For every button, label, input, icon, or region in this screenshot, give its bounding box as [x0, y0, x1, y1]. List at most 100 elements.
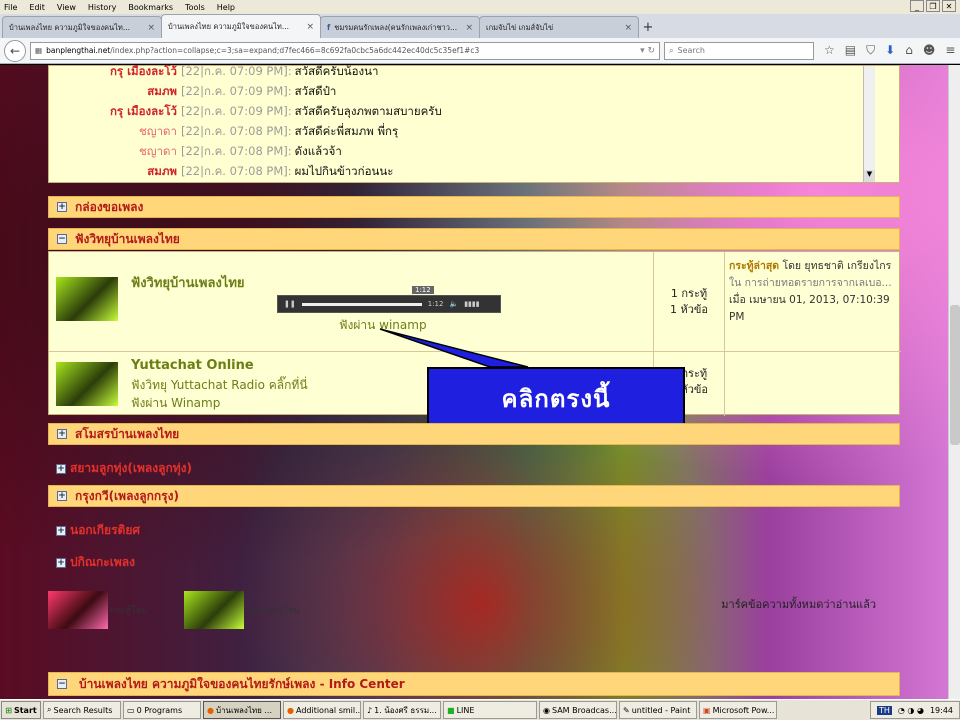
- clock: 19:44: [929, 705, 953, 715]
- last-post-topic-link[interactable]: ใน การถ่ายทอดรายการจากเลเบอ...: [729, 277, 892, 289]
- tab-4[interactable]: เกมจับไข่ เกมส์จับไข่ ×: [479, 16, 639, 38]
- taskbar-item[interactable]: ▣ Microsoft Pow...: [699, 701, 777, 719]
- taskbar-item[interactable]: ⌕ Search Results: [43, 701, 121, 719]
- expand-icon[interactable]: +: [57, 429, 67, 439]
- shield-icon[interactable]: ⛉: [866, 43, 875, 58]
- taskbar-item[interactable]: ◉ SAM Broadcas...: [539, 701, 617, 719]
- category-luktung[interactable]: + สยามลูกทุ่ง(เพลงลูกทุ่ง): [56, 459, 192, 478]
- expand-icon[interactable]: +: [57, 491, 67, 501]
- taskbar-item[interactable]: ● Additional smil...: [283, 701, 361, 719]
- restore-button[interactable]: ❐: [926, 0, 940, 12]
- taskbar-label: SAM Broadcas...: [551, 705, 617, 715]
- last-post-time: เมื่อ เมษายน 01, 2013, 07:10:39 PM: [729, 294, 890, 323]
- taskbar-item[interactable]: ▭ 0 Programs: [123, 701, 201, 719]
- expand-icon[interactable]: +: [56, 557, 66, 568]
- tab-1[interactable]: บ้านเพลงไทย ความภูมิใจของคนไท... ×: [2, 16, 162, 38]
- language-indicator[interactable]: TH: [877, 705, 892, 715]
- chat-author[interactable]: กรุ เมืองละโว้: [49, 65, 177, 81]
- expand-icon[interactable]: +: [56, 463, 66, 474]
- start-label: Start: [13, 705, 37, 715]
- close-tab-icon[interactable]: ×: [465, 23, 473, 33]
- taskbar-item[interactable]: ■ LINE: [443, 701, 537, 719]
- minimize-button[interactable]: _: [910, 0, 924, 12]
- menu-file[interactable]: File: [4, 3, 17, 12]
- taskbar-item[interactable]: ♪ 1. น้องศรี ธรรม...: [363, 701, 441, 719]
- expand-icon[interactable]: +: [56, 525, 66, 536]
- tab-3[interactable]: f ชมรมคนรักเพลง(คนรักเพลงเก่าชาว... ×: [320, 16, 480, 38]
- menu-history[interactable]: History: [88, 3, 116, 12]
- chat-author[interactable]: ชญาดา: [49, 143, 177, 161]
- menu-tools[interactable]: Tools: [185, 3, 205, 12]
- collapse-icon[interactable]: −: [57, 679, 67, 689]
- category-club[interactable]: + สโมสรบ้านเพลงไทย: [48, 423, 900, 445]
- expand-icon[interactable]: +: [57, 202, 67, 212]
- taskbar-label: Search Results: [53, 705, 113, 715]
- chat-message: สวัสดีครับน้องนา: [294, 65, 379, 78]
- back-arrow-icon[interactable]: ←: [4, 39, 26, 62]
- clipboard-icon[interactable]: ▤: [845, 43, 856, 58]
- legend-no-new: ไม่มีกระทู้ใหม่: [246, 606, 300, 616]
- mark-all-read-link[interactable]: มาร์คข้อความทั้งหมดว่าอ่านแล้ว: [721, 595, 876, 613]
- search-input[interactable]: ⌕ Search: [664, 41, 814, 60]
- board-new-icon: [56, 277, 118, 321]
- menu-help[interactable]: Help: [217, 3, 235, 12]
- chat-icon[interactable]: ☻: [923, 43, 936, 58]
- download-icon[interactable]: ⬇: [885, 43, 895, 58]
- progress-bar[interactable]: [301, 302, 422, 306]
- menu-view[interactable]: View: [57, 3, 76, 12]
- volume-icon[interactable]: 🔈: [449, 300, 458, 308]
- pause-icon[interactable]: ❚❚: [284, 300, 296, 308]
- close-button[interactable]: ✕: [942, 0, 956, 12]
- chat-author[interactable]: ชญาดา: [49, 123, 177, 141]
- chat-author[interactable]: สมภพ: [49, 163, 177, 181]
- page-scrollbar[interactable]: [948, 65, 960, 699]
- chat-line: ชญาดา [22|ก.ค. 07:08 PM]: สวัสดีค่ะพี่สมภพ…: [49, 122, 499, 142]
- chat-author[interactable]: สมภพ: [49, 83, 177, 101]
- category-misc[interactable]: + ปกิณกะเพลง: [56, 553, 135, 572]
- close-tab-icon[interactable]: ×: [624, 23, 632, 33]
- category-luk-krung[interactable]: + กรุงกวี(เพลงลูกกรุง): [48, 485, 900, 507]
- taskbar-item-active[interactable]: ● บ้านเพลงไทย ...: [203, 701, 281, 719]
- tab-2-active[interactable]: บ้านเพลงไทย ความภูมิใจของคนไท... ×: [161, 14, 321, 38]
- chat-timestamp: [22|ก.ค. 07:09 PM]:: [181, 104, 292, 118]
- chat-timestamp: [22|ก.ค. 07:08 PM]:: [181, 124, 292, 138]
- category-title: กรุงกวี(เพลงลูกกรุง): [75, 488, 179, 503]
- board-description-2[interactable]: ฟังผ่าน Winamp: [131, 394, 220, 413]
- audio-player[interactable]: ❚❚ 1:12 🔈 ▮▮▮▮ 1:12: [277, 286, 501, 313]
- category-off[interactable]: + นอกเกียรติยศ: [56, 521, 140, 540]
- start-button[interactable]: ⊞ Start: [1, 701, 41, 719]
- reload-icon[interactable]: ▾ ↻: [640, 46, 655, 56]
- board-name-link[interactable]: Yuttachat Online: [131, 358, 254, 373]
- close-tab-icon[interactable]: ×: [306, 22, 314, 32]
- info-center-bar[interactable]: − บ้านเพลงไทย ความภูมิใจของคนไทยรักษ์เพล…: [48, 672, 900, 696]
- chat-message: ดังแล้วจ้า: [294, 144, 342, 158]
- taskbar-item[interactable]: ✎ untitled - Paint: [619, 701, 697, 719]
- taskbar: ⊞ Start ⌕ Search Results ▭ 0 Programs ● บ้าน…: [0, 699, 960, 720]
- board-description-link[interactable]: ฟังวิทยุ Yuttachat Radio คลิ๊กที่นี่: [131, 376, 308, 395]
- board-name-link[interactable]: ฟังวิทยุบ้านเพลงไทย: [131, 272, 245, 293]
- volume-bars-icon[interactable]: ▮▮▮▮: [464, 300, 479, 308]
- paint-icon: ✎: [623, 705, 630, 715]
- shoutbox-scrollbar[interactable]: ▼: [863, 66, 875, 182]
- last-post-author[interactable]: โดย ยุทธชาติ เกรียงไกร: [782, 260, 891, 272]
- new-tab-button[interactable]: +: [638, 16, 658, 38]
- chat-author[interactable]: กรุ เมืองละโว้: [49, 103, 177, 121]
- scroll-down-icon[interactable]: ▼: [864, 170, 875, 182]
- collapse-icon[interactable]: −: [57, 234, 67, 244]
- menu-bookmarks[interactable]: Bookmarks: [128, 3, 173, 12]
- line-icon: ■: [447, 705, 455, 715]
- home-icon[interactable]: ⌂: [905, 43, 913, 58]
- star-icon[interactable]: ☆: [824, 43, 835, 58]
- category-title: ปกิณกะเพลง: [70, 555, 135, 569]
- category-radio[interactable]: − ฟังวิทยุบ้านเพลงไทย: [48, 228, 900, 250]
- tray-icons[interactable]: ◔ ◑ ◕: [898, 706, 924, 715]
- hamburger-menu-icon[interactable]: ≡: [945, 43, 955, 58]
- scrollbar-thumb[interactable]: [950, 305, 960, 445]
- firefox-icon: ●: [207, 705, 214, 715]
- category-songbox[interactable]: + กล่องขอเพลง: [48, 196, 900, 218]
- chat-line: กรุ เมืองละโว้ [22|ก.ค. 07:09 PM]: สวัสดีค…: [49, 65, 499, 82]
- taskbar-label: 0 Programs: [136, 705, 183, 715]
- menu-edit[interactable]: Edit: [29, 3, 45, 12]
- url-bar[interactable]: ▦ banplengthai.net/index.php?action=coll…: [30, 41, 660, 60]
- close-tab-icon[interactable]: ×: [147, 23, 155, 33]
